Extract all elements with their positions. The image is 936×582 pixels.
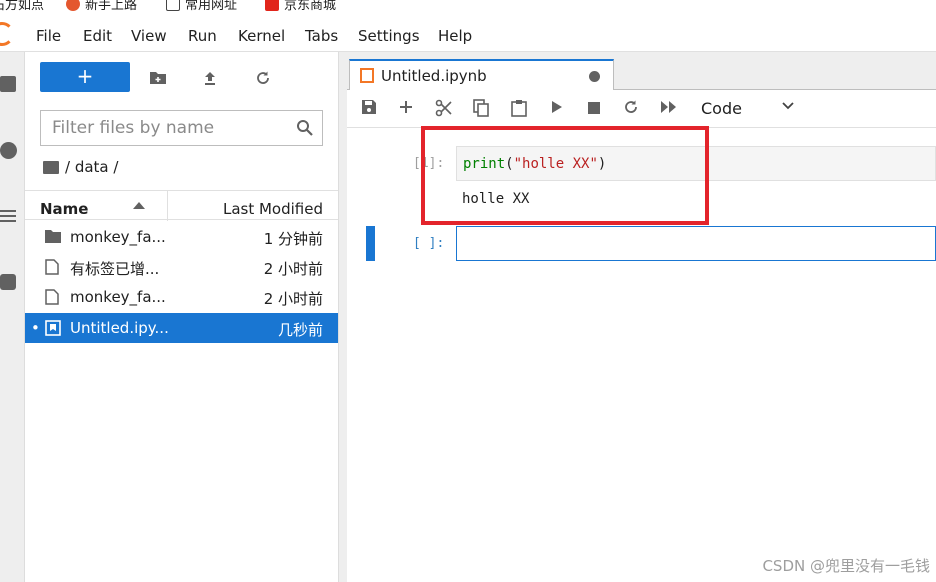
- cut-icon[interactable]: [434, 99, 454, 119]
- file-name: monkey_fa...: [70, 288, 166, 306]
- menu-edit[interactable]: Edit: [83, 27, 112, 45]
- file-name: monkey_fa...: [70, 228, 166, 246]
- filter-files-input[interactable]: [41, 111, 281, 145]
- jupyter-logo-icon: [0, 22, 14, 46]
- search-icon[interactable]: [296, 119, 314, 137]
- chevron-down-icon[interactable]: [782, 99, 794, 115]
- file-row-selected[interactable]: • Untitled.ipy... 几秒前: [25, 313, 338, 343]
- notebook-icon: [45, 320, 61, 336]
- watermark: CSDN @兜里没有一毛钱: [762, 557, 930, 575]
- annotation-highlight-box: [421, 126, 709, 225]
- file-row[interactable]: 有标签已增... 2 小时前: [25, 252, 338, 282]
- folder-icon[interactable]: [0, 76, 16, 92]
- file-modified: 几秒前: [277, 321, 323, 339]
- activity-bar: [0, 52, 25, 582]
- file-modified: 2 小时前: [263, 260, 323, 278]
- file-list-header: Name Last Modified: [25, 190, 338, 221]
- cell-prompt: [ ]:: [413, 236, 445, 251]
- jupyterlab-window: 石方如点 新手上路 常用网址 京东商城 File Edit View Run K…: [0, 0, 936, 582]
- bookmark-item[interactable]: 石方如点: [0, 0, 44, 13]
- notebook-icon: [360, 68, 374, 83]
- menu-file[interactable]: File: [36, 27, 61, 45]
- file-name: 有标签已增...: [70, 260, 160, 278]
- breadcrumb-path[interactable]: / data /: [65, 158, 118, 176]
- bookmarks-bar: 石方如点 新手上路 常用网址 京东商城: [0, 0, 936, 13]
- stop-icon[interactable]: [584, 99, 604, 119]
- bookmark-item[interactable]: 新手上路: [66, 0, 137, 13]
- extensions-icon[interactable]: [0, 274, 16, 290]
- notebook-toolbar: Code: [347, 90, 936, 128]
- add-cell-icon[interactable]: [396, 99, 416, 119]
- firefox-icon: [66, 0, 80, 11]
- unsaved-dot-icon[interactable]: [589, 71, 600, 82]
- menu-run[interactable]: Run: [188, 27, 217, 45]
- file-modified: 1 分钟前: [263, 230, 323, 248]
- folder-icon[interactable]: [43, 160, 59, 174]
- filter-box: [40, 110, 323, 146]
- bookmark-label: 常用网址: [185, 0, 238, 13]
- code-cell-input-active[interactable]: [456, 226, 936, 261]
- menu-settings[interactable]: Settings: [358, 27, 420, 45]
- bookmark-label: 新手上路: [85, 0, 138, 13]
- bookmark-item[interactable]: 常用网址: [166, 0, 237, 13]
- file-icon: [45, 289, 61, 305]
- file-icon: [45, 259, 61, 275]
- file-modified: 2 小时前: [263, 290, 323, 308]
- bookmark-item[interactable]: 京东商城: [265, 0, 336, 13]
- breadcrumb: / data /: [43, 158, 118, 176]
- cell-type-select[interactable]: Code: [701, 99, 742, 118]
- bookmark-label: 石方如点: [0, 0, 45, 13]
- active-cell-indicator: [366, 226, 375, 261]
- column-last-modified[interactable]: Last Modified: [223, 200, 323, 218]
- tab-notebook[interactable]: Untitled.ipynb: [349, 59, 614, 91]
- running-icon[interactable]: [0, 142, 17, 159]
- upload-icon[interactable]: [200, 70, 220, 88]
- fast-forward-icon[interactable]: [659, 99, 679, 119]
- column-name[interactable]: Name: [40, 200, 88, 218]
- folder-icon: [166, 0, 180, 11]
- menu-help[interactable]: Help: [438, 27, 472, 45]
- copy-icon[interactable]: [471, 99, 491, 119]
- tab-bar: Untitled.ipynb: [347, 52, 936, 91]
- save-icon[interactable]: [359, 99, 379, 119]
- file-browser: + / data / Name Last Modified: [25, 52, 338, 582]
- jd-icon: [265, 0, 279, 11]
- file-name: Untitled.ipy...: [70, 319, 169, 337]
- menu-view[interactable]: View: [131, 27, 167, 45]
- menu-kernel[interactable]: Kernel: [238, 27, 285, 45]
- tab-title: Untitled.ipynb: [381, 67, 487, 85]
- paste-icon[interactable]: [509, 99, 529, 119]
- file-row[interactable]: monkey_fa... 2 小时前: [25, 282, 338, 312]
- notebook-panel: Untitled.ipynb Code [1]: print("holle XX…: [347, 52, 936, 582]
- column-divider[interactable]: [167, 191, 168, 221]
- file-row[interactable]: monkey_fa... 1 分钟前: [25, 222, 338, 252]
- folder-icon: [45, 229, 61, 245]
- commands-icon[interactable]: [0, 210, 16, 212]
- refresh-icon[interactable]: [253, 70, 273, 88]
- restart-icon[interactable]: [621, 99, 641, 119]
- running-indicator: •: [31, 319, 40, 337]
- sort-ascending-icon[interactable]: [133, 202, 145, 209]
- bookmark-label: 京东商城: [284, 0, 337, 13]
- new-folder-icon[interactable]: [148, 70, 168, 88]
- new-launcher-button[interactable]: +: [40, 62, 130, 92]
- run-icon[interactable]: [547, 99, 567, 119]
- menu-bar: File Edit View Run Kernel Tabs Settings …: [0, 18, 936, 52]
- panel-splitter[interactable]: [338, 52, 347, 582]
- menu-tabs[interactable]: Tabs: [305, 27, 338, 45]
